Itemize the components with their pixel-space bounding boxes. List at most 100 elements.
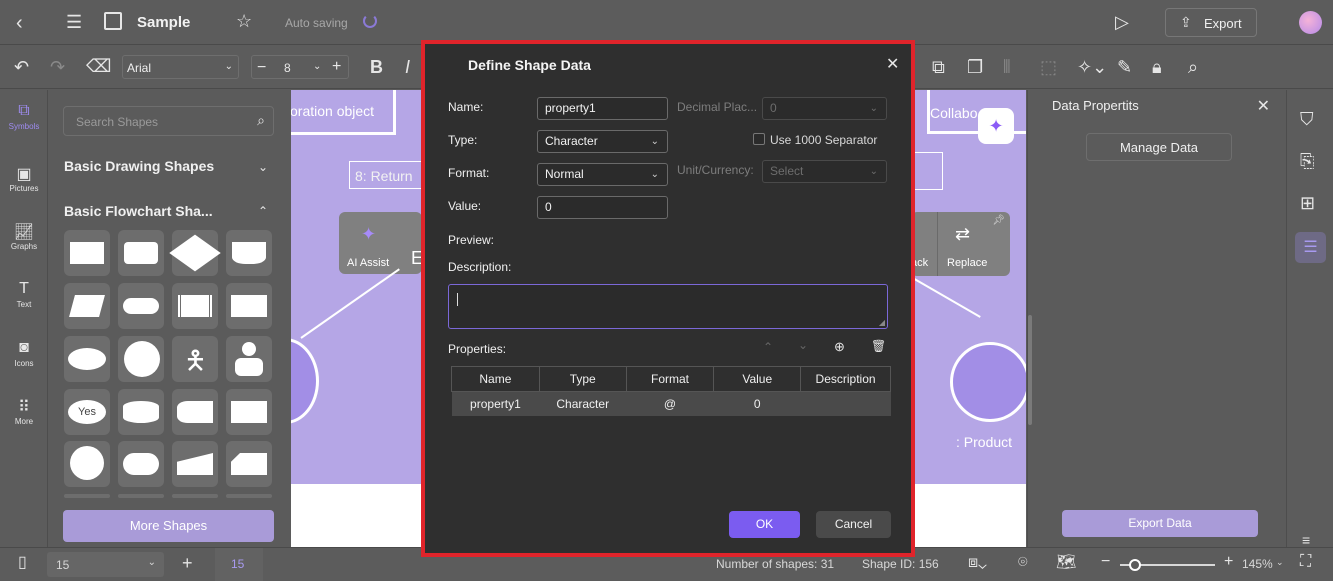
type-select[interactable]: Character ⌄ [537, 130, 668, 153]
close-dialog-icon[interactable]: ✕ [886, 54, 899, 74]
shape-user[interactable] [226, 336, 272, 382]
manage-data-button[interactable]: Manage Data [1086, 133, 1232, 161]
edit-icon[interactable]: ✎ [1117, 58, 1132, 76]
rail-graphs[interactable]: 📈︎ Graphs [0, 222, 48, 251]
add-page-icon[interactable]: + [182, 554, 193, 572]
format-select[interactable]: Normal ⌄ [537, 163, 668, 186]
value-input[interactable]: 0 [537, 196, 668, 219]
export-data-button[interactable]: Export Data [1062, 510, 1258, 537]
delete-property-icon[interactable]: 🗑︎ [871, 339, 886, 353]
canvas-circle-left[interactable] [291, 338, 319, 424]
scrollbar[interactable] [1028, 315, 1032, 425]
export-button[interactable]: ⇪ Export [1165, 8, 1257, 37]
search-icon[interactable]: ⌕ [257, 112, 265, 129]
return-message[interactable]: 8: Return [349, 161, 427, 189]
zoom-slider-handle[interactable] [1129, 559, 1141, 571]
pin-icon[interactable]: 📌︎ [992, 215, 1005, 226]
page-icon[interactable]: ⎘ [1300, 152, 1314, 170]
shape-off-page[interactable] [226, 441, 272, 487]
replace-button[interactable]: Replace [947, 257, 987, 269]
canvas-circle-right[interactable] [950, 342, 1026, 422]
fullscreen-icon[interactable]: ⛶ [1300, 554, 1311, 570]
shape-ellipse[interactable] [64, 336, 110, 382]
page-tab[interactable]: 15 [215, 548, 263, 581]
magic-icon[interactable]: ✧⌄ [1077, 58, 1107, 76]
zoom-out-icon[interactable]: − [1101, 554, 1110, 570]
rail-symbols[interactable]: ⧉ Symbols [0, 102, 48, 131]
cancel-button[interactable]: Cancel [816, 511, 891, 538]
decimal-places-select[interactable]: 0 ⌄ [762, 97, 887, 120]
star-icon[interactable]: ☆ [236, 12, 252, 30]
find-icon[interactable]: ⌕ [1188, 58, 1198, 76]
italic-icon[interactable]: I [405, 58, 410, 76]
ai-assist-button[interactable]: AI Assist [347, 257, 389, 269]
font-size-stepper[interactable]: − 8 ⌄ + [251, 55, 349, 79]
collab-object-shape[interactable]: oration object [291, 90, 396, 135]
pages-panel-icon[interactable]: ▯ [18, 555, 27, 571]
shape-actor[interactable]: 🯅 [172, 336, 218, 382]
resize-handle-icon[interactable]: ◢ [879, 318, 885, 327]
description-textarea[interactable]: ◢ [448, 284, 888, 329]
rail-more[interactable]: ⠿ More [0, 397, 48, 426]
send-back-icon[interactable]: ❐ [967, 58, 983, 76]
more-shapes-button[interactable]: More Shapes [63, 510, 274, 542]
menu-icon[interactable]: ☰ [66, 13, 82, 31]
unit-currency-select[interactable]: Select ⌄ [762, 160, 887, 183]
name-input[interactable]: property1 [537, 97, 668, 120]
shape-search-input[interactable]: Search Shapes ⌕ [63, 106, 274, 136]
shape-internal-storage[interactable] [226, 283, 272, 329]
shape-connector[interactable] [64, 441, 110, 487]
back-icon[interactable]: ‹ [16, 13, 23, 33]
shape-decision[interactable] [169, 230, 221, 276]
replace-icon[interactable]: ⇄ [955, 224, 970, 245]
decrease-font-icon[interactable]: − [257, 59, 266, 77]
map-icon[interactable]: 🗺︎ [1056, 555, 1076, 571]
layers-icon[interactable]: ⧈⌄ [968, 555, 987, 571]
rail-icons[interactable]: ◙ Icons [0, 339, 48, 368]
save-icon[interactable] [104, 12, 122, 30]
settings-list-icon[interactable]: ≡ [1302, 533, 1310, 547]
bring-front-icon[interactable]: ⧉ [932, 58, 945, 76]
zoom-level[interactable]: 145% [1242, 557, 1273, 571]
lock-icon[interactable]: 🔒︎ [1152, 58, 1162, 76]
bold-icon[interactable]: B [370, 58, 383, 76]
shape-document[interactable] [226, 230, 272, 276]
shape-card[interactable] [226, 389, 272, 435]
chevron-down-icon[interactable]: ⌄ [1276, 557, 1284, 568]
shape-rounded-rect[interactable] [118, 230, 164, 276]
close-panel-icon[interactable]: ✕ [1257, 96, 1270, 116]
move-down-icon[interactable]: ⌄ [798, 338, 808, 352]
shape-circle[interactable] [118, 336, 164, 382]
increase-font-icon[interactable]: + [332, 58, 341, 76]
shape-predefined-process[interactable] [172, 283, 218, 329]
grid-icon[interactable]: ⊞ [1300, 194, 1315, 212]
avatar[interactable] [1299, 11, 1322, 34]
table-row[interactable]: property1 Character @ 0 [451, 391, 891, 416]
rail-text[interactable]: T Text [0, 280, 48, 309]
ok-button[interactable]: OK [729, 511, 800, 538]
shape-direct-data[interactable] [118, 441, 164, 487]
shape-data[interactable] [64, 283, 110, 329]
shape-stored-data[interactable] [172, 389, 218, 435]
align-icon[interactable]: ⫴ [1003, 58, 1011, 76]
undo-icon[interactable]: ↶ [14, 58, 29, 76]
chevron-up-icon[interactable]: ⌃ [258, 204, 268, 218]
use-1000-separator-checkbox[interactable] [753, 133, 765, 145]
ai-assist-icon[interactable]: ✦ [361, 224, 376, 245]
zoom-in-icon[interactable]: + [1224, 554, 1233, 570]
shape-process[interactable] [64, 230, 110, 276]
page-select[interactable]: 15 ⌄ [47, 552, 164, 577]
group-icon[interactable]: ⬚ [1040, 58, 1057, 76]
rail-pictures[interactable]: ▣ Pictures [0, 164, 48, 193]
shape-yes[interactable]: Yes [64, 389, 110, 435]
format-painter-icon[interactable]: ⌫ [86, 57, 111, 75]
add-property-icon[interactable]: ⊕ [834, 339, 845, 355]
ai-sparkle-button[interactable]: ✦ [978, 108, 1014, 144]
play-icon[interactable]: ▷ [1115, 13, 1129, 31]
data-properties-icon[interactable]: ☰ [1295, 232, 1326, 263]
document-title[interactable]: Sample [137, 14, 190, 31]
fill-icon[interactable]: ⛉ [1300, 110, 1314, 128]
section-basic-flowchart[interactable]: Basic Flowchart Sha... [64, 203, 213, 219]
font-family-select[interactable]: Arial ⌄ [122, 55, 239, 79]
shape-manual-input[interactable] [172, 441, 218, 487]
